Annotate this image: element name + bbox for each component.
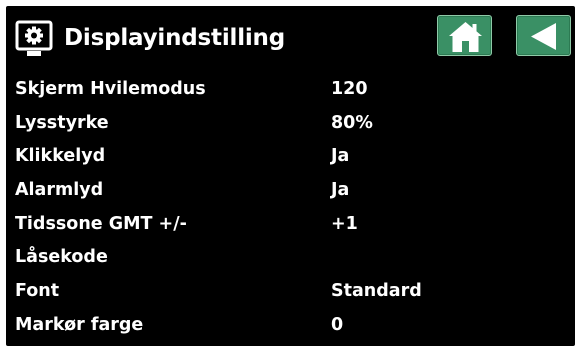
- setting-value: Standard: [331, 281, 422, 302]
- setting-value: 0: [331, 314, 344, 335]
- setting-label: Klikkelyd: [15, 146, 106, 167]
- setting-value: Ja: [331, 180, 350, 201]
- header-bar: Displayindstilling: [6, 6, 575, 70]
- setting-value: 120: [331, 79, 368, 99]
- page-title: Displayindstilling: [64, 25, 285, 51]
- setting-label: Skjerm Hvilemodus: [15, 79, 206, 99]
- setting-label: Alarmlyd: [15, 180, 104, 201]
- setting-value: 80%: [331, 112, 373, 133]
- setting-row-alarm-sound[interactable]: Alarmlyd Ja: [6, 175, 575, 209]
- setting-label: Font: [15, 281, 60, 302]
- setting-row-lock-code[interactable]: Låsekode: [6, 242, 575, 276]
- home-button[interactable]: [437, 15, 492, 56]
- setting-row-cursor-color[interactable]: Markør farge 0: [6, 310, 575, 344]
- setting-row-font[interactable]: Font Standard: [6, 276, 575, 310]
- back-button[interactable]: [516, 15, 571, 56]
- setting-label: Tidssone GMT +/-: [15, 213, 187, 234]
- display-screen: Displayindstilling Skjerm Hvilemodus 120: [6, 6, 575, 346]
- setting-label: Låsekode: [15, 247, 108, 268]
- settings-list: Skjerm Hvilemodus 120 Lysstyrke 80% Klik…: [6, 74, 575, 344]
- setting-value: Ja: [331, 146, 350, 167]
- setting-label: Lysstyrke: [15, 112, 109, 133]
- setting-label: Markør farge: [15, 314, 144, 335]
- setting-value: +1: [331, 213, 358, 234]
- setting-row-brightness[interactable]: Lysstyrke 80%: [6, 108, 575, 142]
- display-settings-icon: [15, 20, 53, 58]
- setting-row-screen-sleep[interactable]: Skjerm Hvilemodus 120: [6, 74, 575, 108]
- setting-row-timezone[interactable]: Tidssone GMT +/- +1: [6, 209, 575, 243]
- setting-row-click-sound[interactable]: Klikkelyd Ja: [6, 141, 575, 175]
